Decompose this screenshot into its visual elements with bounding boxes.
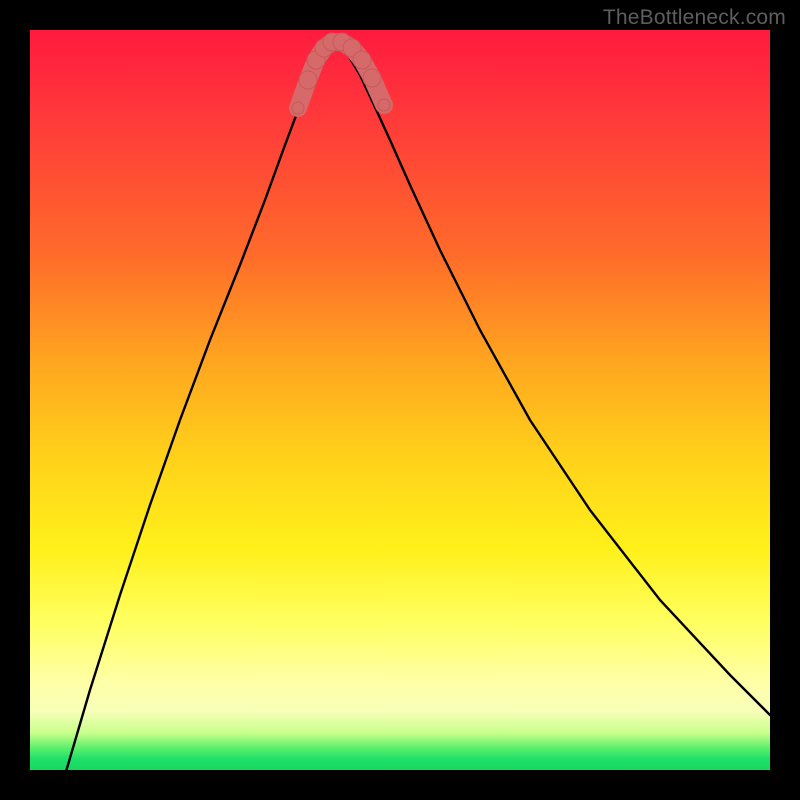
outer-frame: TheBottleneck.com xyxy=(0,0,800,800)
highlight-marker xyxy=(378,99,390,111)
bottleneck-curve xyxy=(65,42,770,775)
plot-area xyxy=(30,30,770,770)
highlight-marker xyxy=(299,71,317,89)
highlight-band xyxy=(292,33,390,114)
highlight-marker xyxy=(353,51,371,69)
highlight-marker xyxy=(292,102,304,114)
chart-svg xyxy=(30,30,770,770)
watermark-text: TheBottleneck.com xyxy=(603,6,786,30)
highlight-marker xyxy=(363,69,381,87)
